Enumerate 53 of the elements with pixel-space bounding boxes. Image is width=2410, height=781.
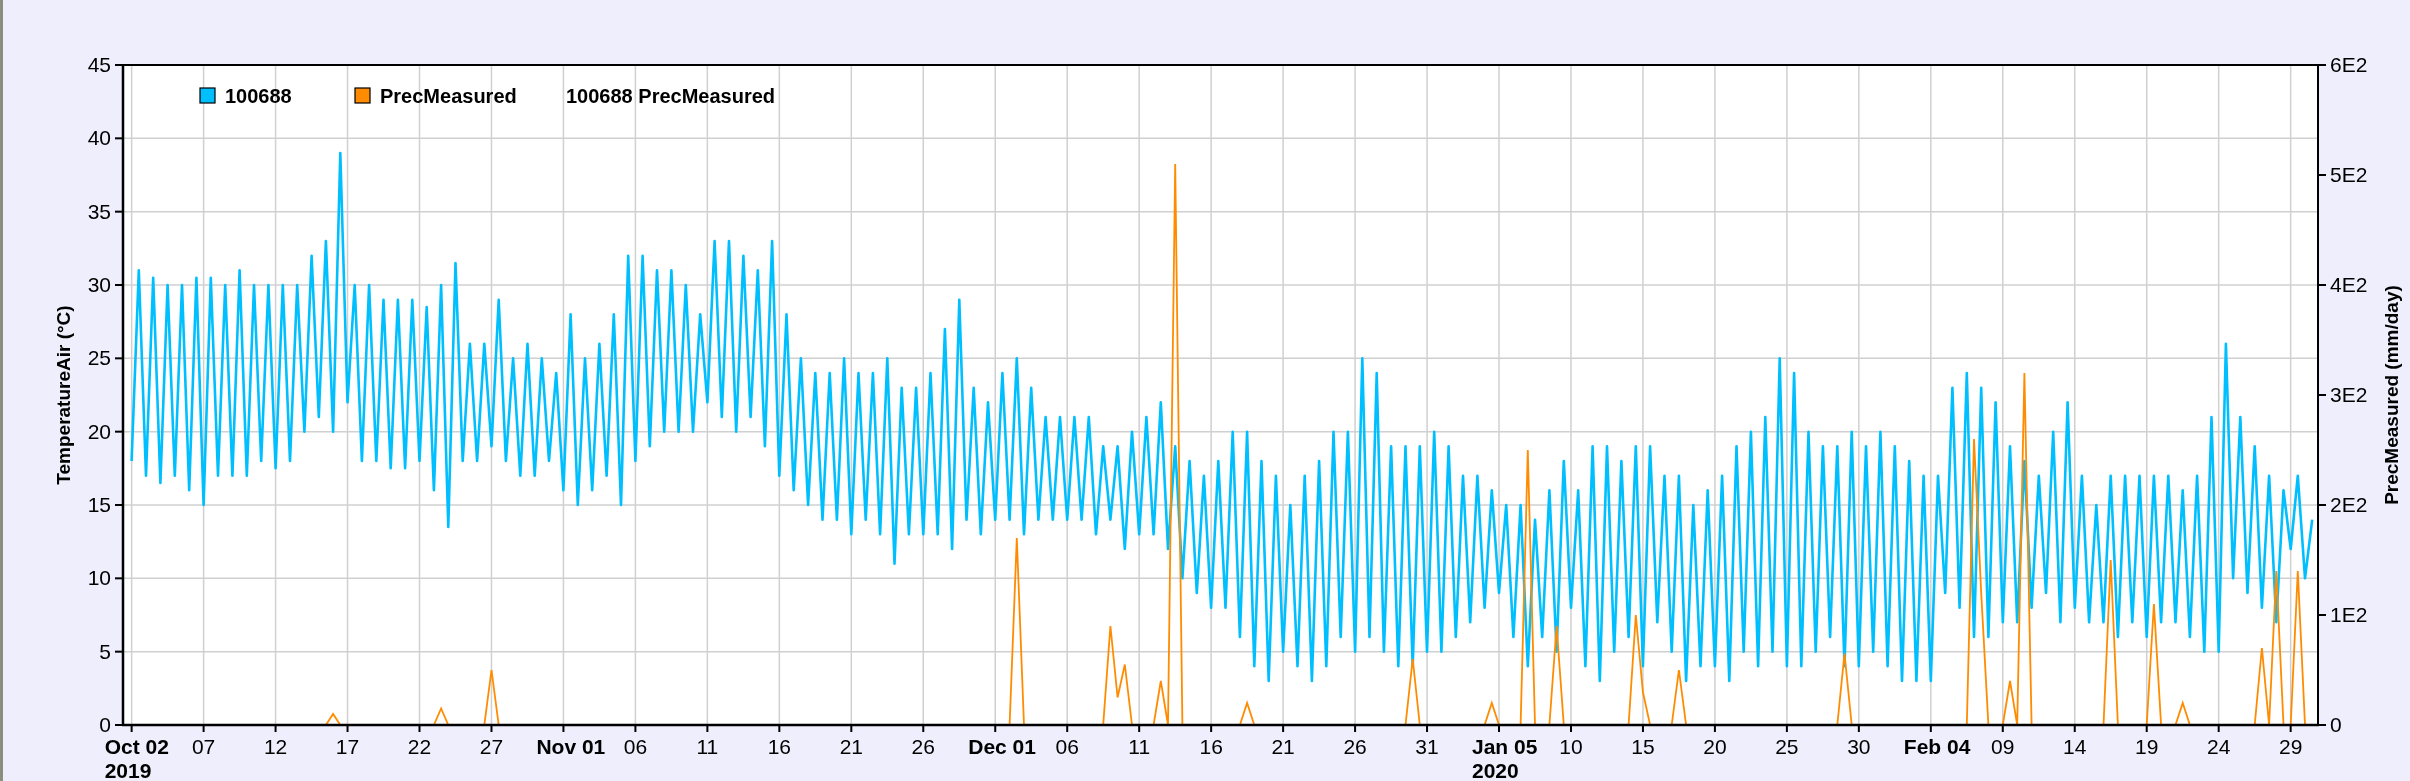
axis-tick-label: 16 — [1199, 735, 1223, 758]
axis-tick-label: 11 — [696, 735, 719, 758]
axis-tick-label: 5E2 — [2330, 163, 2368, 186]
axis-tick-label: 31 — [1415, 735, 1439, 758]
axis-tick-label: 5 — [99, 639, 111, 663]
axis-tick-label: Feb 04 — [1903, 735, 1971, 758]
axis-tick-label: 26 — [1343, 735, 1367, 758]
axis-tick-label: 11 — [1128, 735, 1151, 758]
axis-tick-label: 45 — [87, 53, 111, 76]
axis-tick-label: 40 — [87, 126, 111, 150]
axis-tick-label: 20 — [87, 419, 111, 443]
axis-tick-label: Oct 02 2019 — [104, 735, 169, 781]
legend-label: 100688 — [225, 85, 292, 107]
axis-tick-label: 24 — [2207, 735, 2231, 758]
axis-tick-label: 2E2 — [2330, 493, 2368, 516]
axis-tick-label: 15 — [87, 493, 111, 516]
axis-title: TemperatureAir (°C) — [53, 305, 74, 485]
axis-tick-label: 0 — [2330, 713, 2342, 736]
legend-label: PrecMeasured — [380, 85, 517, 107]
legend-label: 100688 PrecMeasured — [566, 85, 776, 107]
axis-tick-label: 1E2 — [2330, 603, 2368, 626]
axis-tick-label: 12 — [263, 735, 288, 758]
axis-tick-label: Dec 01 — [968, 735, 1036, 758]
axis-tick-label: 25 — [1775, 735, 1799, 758]
axis-tick-label: 20 — [1703, 735, 1727, 758]
axis-title: PrecMeasured (mm/day) — [2381, 285, 2402, 505]
axis-tick-label: 09 — [1991, 735, 2015, 758]
axis-tick-label: Nov 01 — [536, 735, 606, 758]
axis-tick-label: 07 — [191, 735, 216, 758]
axis-tick-label: 06 — [623, 735, 648, 758]
axis-tick-label: 17 — [335, 735, 360, 758]
axis-tick-label: 27 — [479, 735, 504, 758]
axis-tick-label: Jan 05 2020 — [1472, 735, 1538, 781]
axis-tick-label: 16 — [767, 735, 791, 758]
axis-tick-label: 30 — [1847, 735, 1871, 758]
axis-tick-label: 21 — [1271, 735, 1295, 758]
axis-tick-label: 6E2 — [2330, 53, 2368, 76]
axis-tick-label: 19 — [2135, 735, 2159, 758]
axis-tick-label: 3E2 — [2330, 383, 2368, 406]
axis-tick-label: 10 — [1559, 735, 1583, 758]
axis-tick-label: 26 — [911, 735, 935, 758]
axis-tick-label: 14 — [2063, 735, 2087, 758]
axis-tick-label: 4E2 — [2330, 273, 2368, 296]
axis-tick-label: 21 — [839, 735, 863, 758]
axis-tick-label: 29 — [2278, 735, 2303, 758]
axis-tick-label: 06 — [1055, 735, 1079, 758]
axis-tick-label: 0 — [99, 713, 111, 736]
axis-tick-label: 22 — [407, 735, 432, 758]
axis-tick-label: 10 — [87, 566, 111, 590]
axis-tick-label: 30 — [87, 273, 111, 296]
axis-tick-label: 15 — [1631, 735, 1655, 758]
axis-tick-label: 35 — [87, 199, 111, 223]
axis-tick-label: 25 — [87, 346, 111, 370]
